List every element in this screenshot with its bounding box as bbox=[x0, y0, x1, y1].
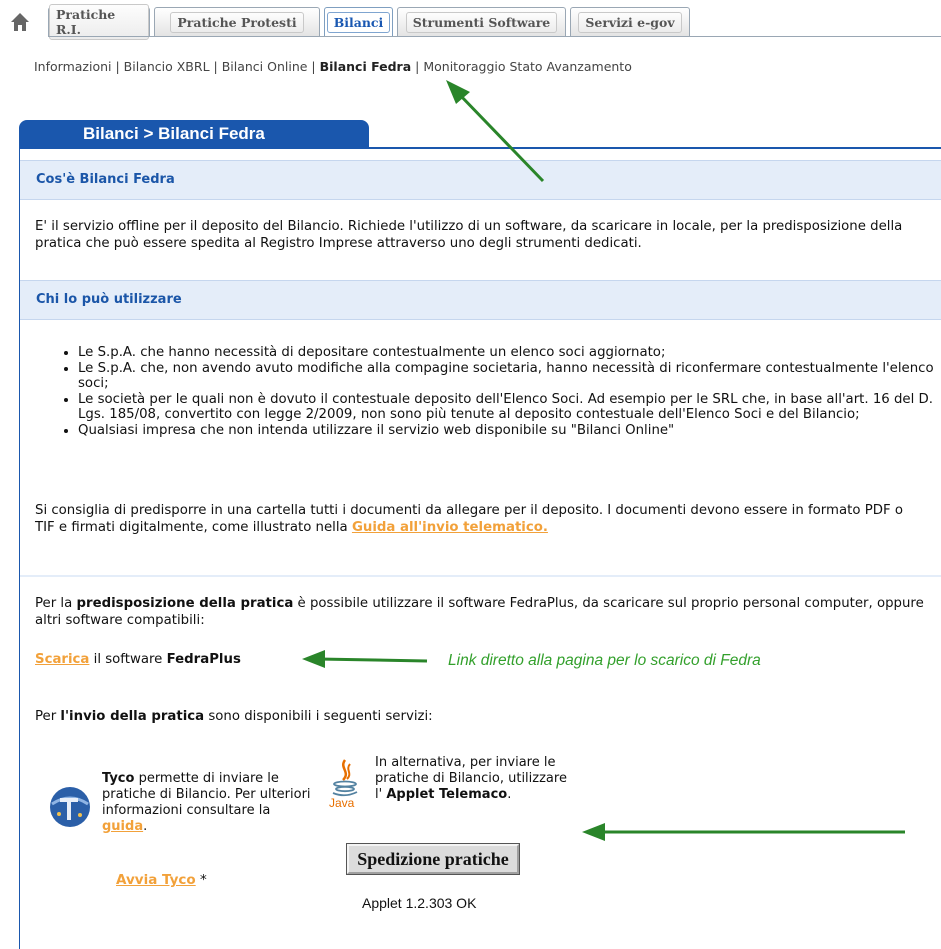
annotation-arrows bbox=[302, 80, 905, 841]
arrow-to-scarica bbox=[302, 650, 428, 668]
arrow-to-bilanci-fedra bbox=[446, 80, 545, 183]
arrow-to-applet bbox=[582, 823, 905, 841]
